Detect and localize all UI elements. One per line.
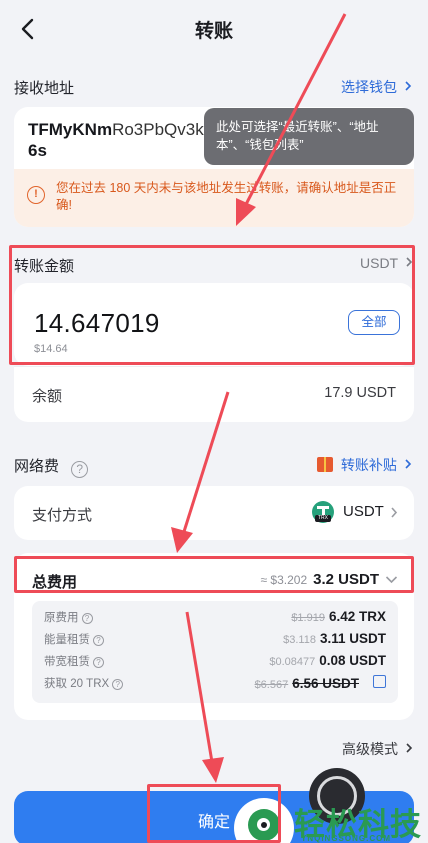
fee-row-label: 能量租赁: [44, 634, 90, 646]
gift-icon: [317, 457, 333, 472]
advanced-mode-link[interactable]: 高级模式: [342, 739, 414, 759]
network-fee-text: 网络费: [14, 458, 60, 475]
select-wallet-link[interactable]: 选择钱包: [341, 77, 413, 97]
fee-row-new: 6.42 TRX: [328, 609, 386, 624]
fee-row-energy: 能量租赁? $3.118 3.11 USDT: [44, 631, 386, 651]
address-tooltip: 此处可选择“最近转账”、“地址本”、“钱包列表”: [204, 108, 414, 165]
address-bold: TFMyKNm: [28, 120, 113, 139]
payment-token: USDT: [343, 503, 384, 520]
fee-row-new: 3.11 USDT: [319, 631, 386, 646]
fee-row-old: $1.919: [291, 612, 325, 624]
fee-row-new: 0.08 USDT: [319, 653, 386, 668]
network-fee-label: 网络费 ?: [14, 455, 89, 478]
watermark-subtext: YNQINGSONG.COM: [301, 834, 392, 843]
subsidy-link[interactable]: 转账补贴: [317, 455, 413, 475]
balance-value: 17.9 USDT: [324, 385, 396, 401]
address-rest: Ro3PbQv3k: [112, 120, 204, 139]
balance-label: 余额: [32, 388, 63, 405]
fee-row-old: $6.567: [254, 679, 289, 691]
chevron-right-icon: [405, 81, 412, 91]
chevron-right-icon: [405, 459, 411, 469]
help-icon[interactable]: ?: [93, 657, 104, 668]
payment-label: 支付方式: [32, 507, 93, 524]
recipient-label: 接收地址: [14, 80, 75, 97]
fee-row-get-trx: 获取 20 TRX? $6.567 6.56 USDT: [44, 675, 386, 695]
fee-row-label: 获取 20 TRX: [44, 678, 110, 690]
advanced-mode-label: 高级模式: [342, 741, 398, 757]
help-icon[interactable]: ?: [81, 613, 93, 624]
fee-row-bandwidth: 带宽租赁? $0.08477 0.08 USDT: [44, 653, 386, 673]
get-trx-checkbox[interactable]: [373, 675, 386, 688]
warning-icon: !: [27, 186, 45, 204]
chevron-right-icon: [406, 743, 413, 753]
balance-row: 余额 17.9 USDT: [14, 366, 414, 422]
warning-text: 您在过去 180 天内未与该地址发生过转账，请确认地址是否正确!: [56, 181, 397, 212]
annotation-box-confirm: [147, 784, 281, 843]
page-title: 转账: [194, 21, 233, 42]
annotation-box-amount: [9, 245, 415, 365]
payment-method-row[interactable]: 支付方式 TRX USDT: [14, 486, 414, 540]
select-wallet-label: 选择钱包: [341, 79, 397, 95]
fee-row-original: 原费用? $1.919 6.42 TRX: [44, 609, 386, 629]
fee-row-label: 原费用: [44, 612, 79, 624]
address-warning: ! 您在过去 180 天内未与该地址发生过转账，请确认地址是否正确!: [14, 169, 414, 227]
fee-row-old: $3.118: [283, 634, 316, 646]
fee-row-label: 带宽租赁: [44, 656, 90, 668]
fee-row-new: 6.56 USDT: [292, 676, 359, 691]
subsidy-label: 转账补贴: [340, 457, 397, 473]
address-line2: 6s: [28, 141, 47, 160]
fee-row-old: $0.08477: [269, 656, 316, 668]
divider: [14, 366, 414, 367]
usdt-token-icon: TRX: [312, 501, 334, 523]
help-icon[interactable]: ?: [93, 635, 104, 646]
fee-breakdown: 原费用? $1.919 6.42 TRX 能量租赁? $3.118 3.11 USD…: [32, 601, 398, 703]
help-icon[interactable]: ?: [112, 679, 124, 690]
chevron-right-icon: [391, 507, 398, 518]
annotation-box-total-fee: [14, 556, 414, 593]
help-icon[interactable]: ?: [71, 461, 89, 478]
annotation-arrow-3-head: [202, 757, 224, 783]
